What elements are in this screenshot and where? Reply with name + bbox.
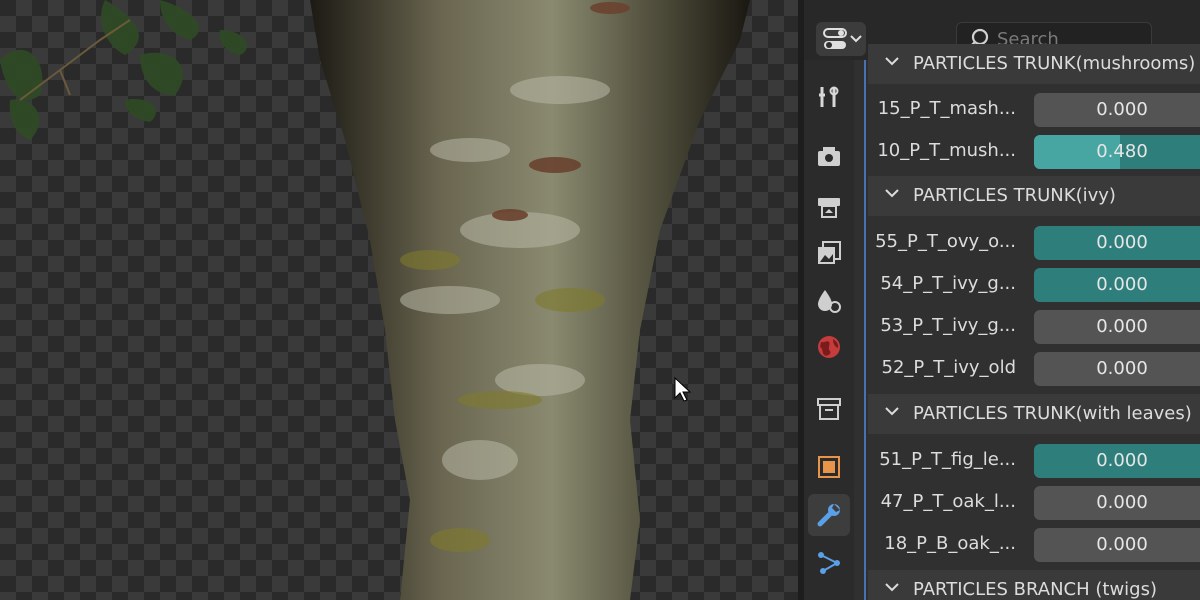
value-slider[interactable]: 0.000 <box>1034 352 1200 386</box>
value-slider[interactable]: 0.000 <box>1034 226 1200 260</box>
editor-type-button[interactable] <box>816 22 866 56</box>
property-label: 51_P_T_fig_le... <box>879 449 1016 470</box>
tab-particles[interactable] <box>808 542 850 584</box>
slider-value: 0.000 <box>1096 99 1148 120</box>
section-particles-branch-twigs[interactable]: PARTICLES BRANCH (twigs) <box>868 570 1200 600</box>
output-icon <box>818 198 840 218</box>
chevron-down-icon <box>885 407 899 416</box>
particles-icon <box>818 552 840 574</box>
property-row: 55_P_T_ovy_o... 0.000 <box>868 222 1200 264</box>
property-label: 54_P_T_ivy_g... <box>880 273 1016 294</box>
section-title: PARTICLES BRANCH (twigs) <box>913 579 1157 600</box>
slider-value: 0.000 <box>1096 232 1148 253</box>
section-particles-trunk-with-leaves[interactable]: PARTICLES TRUNK(with leaves) <box>868 394 1200 434</box>
active-accent-line <box>864 60 866 600</box>
tree-trunk-render <box>0 0 750 600</box>
value-slider[interactable]: 0.000 <box>1034 268 1200 302</box>
tab-render[interactable] <box>808 136 850 178</box>
property-label: 53_P_T_ivy_g... <box>880 315 1016 336</box>
property-row: 51_P_T_fig_le... 0.000 <box>868 440 1200 482</box>
properties-editor: PARTICLES TRUNK(mushrooms) 15_P_T_mash..… <box>804 0 1200 600</box>
property-label: 10_P_T_mush... <box>877 140 1016 161</box>
tab-world[interactable] <box>808 326 850 368</box>
section-particles-trunk-ivy[interactable]: PARTICLES TRUNK(ivy) <box>868 176 1200 216</box>
scene-icon <box>818 290 841 313</box>
tab-tool[interactable] <box>808 76 850 118</box>
chevron-down-icon <box>885 583 899 592</box>
value-slider[interactable]: 0.000 <box>1034 310 1200 344</box>
slider-value: 0.000 <box>1096 274 1148 295</box>
object-icon <box>818 456 840 478</box>
tab-collection[interactable] <box>808 388 850 430</box>
3d-viewport[interactable] <box>0 0 798 600</box>
property-label: 52_P_T_ivy_old <box>881 357 1017 378</box>
tab-object[interactable] <box>808 446 850 488</box>
property-row: 54_P_T_ivy_g... 0.000 <box>868 264 1200 306</box>
property-row: 18_P_B_oak_... 0.000 <box>868 524 1200 566</box>
chevron-down-icon <box>885 189 899 198</box>
slider-value: 0.000 <box>1096 358 1148 379</box>
tab-view-layer[interactable] <box>808 232 850 274</box>
slider-value: 0.000 <box>1096 450 1148 471</box>
property-label: 55_P_T_ovy_o... <box>875 231 1016 252</box>
property-row: 10_P_T_mush... 0.480 <box>868 131 1200 173</box>
value-slider[interactable]: 0.000 <box>1034 486 1200 520</box>
property-label: 15_P_T_mash... <box>877 98 1016 119</box>
property-label: 47_P_T_oak_l... <box>880 491 1016 512</box>
chevron-down-icon <box>885 57 899 66</box>
section-title: PARTICLES TRUNK(with leaves) <box>913 403 1192 424</box>
collection-icon <box>817 398 841 420</box>
slider-value: 0.000 <box>1096 492 1148 513</box>
chevron-down-icon <box>850 35 862 43</box>
section-particles-trunk-mushrooms[interactable]: PARTICLES TRUNK(mushrooms) <box>868 44 1200 84</box>
render-icon <box>818 147 840 166</box>
world-icon <box>818 336 840 358</box>
property-row: 52_P_T_ivy_old 0.000 <box>868 348 1200 390</box>
value-slider[interactable]: 0.000 <box>1034 93 1200 127</box>
view-layer-icon <box>818 241 841 264</box>
modifier-wrench-icon <box>817 504 840 527</box>
value-slider[interactable]: 0.000 <box>1034 528 1200 562</box>
property-row: 15_P_T_mash... 0.000 <box>868 89 1200 131</box>
tab-modifiers[interactable] <box>808 494 850 536</box>
section-title: PARTICLES TRUNK(ivy) <box>913 185 1116 206</box>
modifier-properties: PARTICLES TRUNK(mushrooms) 15_P_T_mash..… <box>868 44 1200 600</box>
properties-tabs <box>804 60 854 600</box>
property-row: 47_P_T_oak_l... 0.000 <box>868 482 1200 524</box>
property-label: 18_P_B_oak_... <box>884 533 1016 554</box>
section-title: PARTICLES TRUNK(mushrooms) <box>913 53 1196 74</box>
value-slider[interactable]: 0.480 <box>1034 135 1200 169</box>
tab-scene[interactable] <box>808 280 850 322</box>
tool-icon <box>819 86 839 107</box>
property-row: 53_P_T_ivy_g... 0.000 <box>868 306 1200 348</box>
value-slider[interactable]: 0.000 <box>1034 444 1200 478</box>
mouse-cursor-icon <box>674 376 692 402</box>
slider-value: 0.480 <box>1096 141 1148 162</box>
tab-output[interactable] <box>808 186 850 228</box>
slider-value: 0.000 <box>1096 534 1148 555</box>
slider-value: 0.000 <box>1096 316 1148 337</box>
